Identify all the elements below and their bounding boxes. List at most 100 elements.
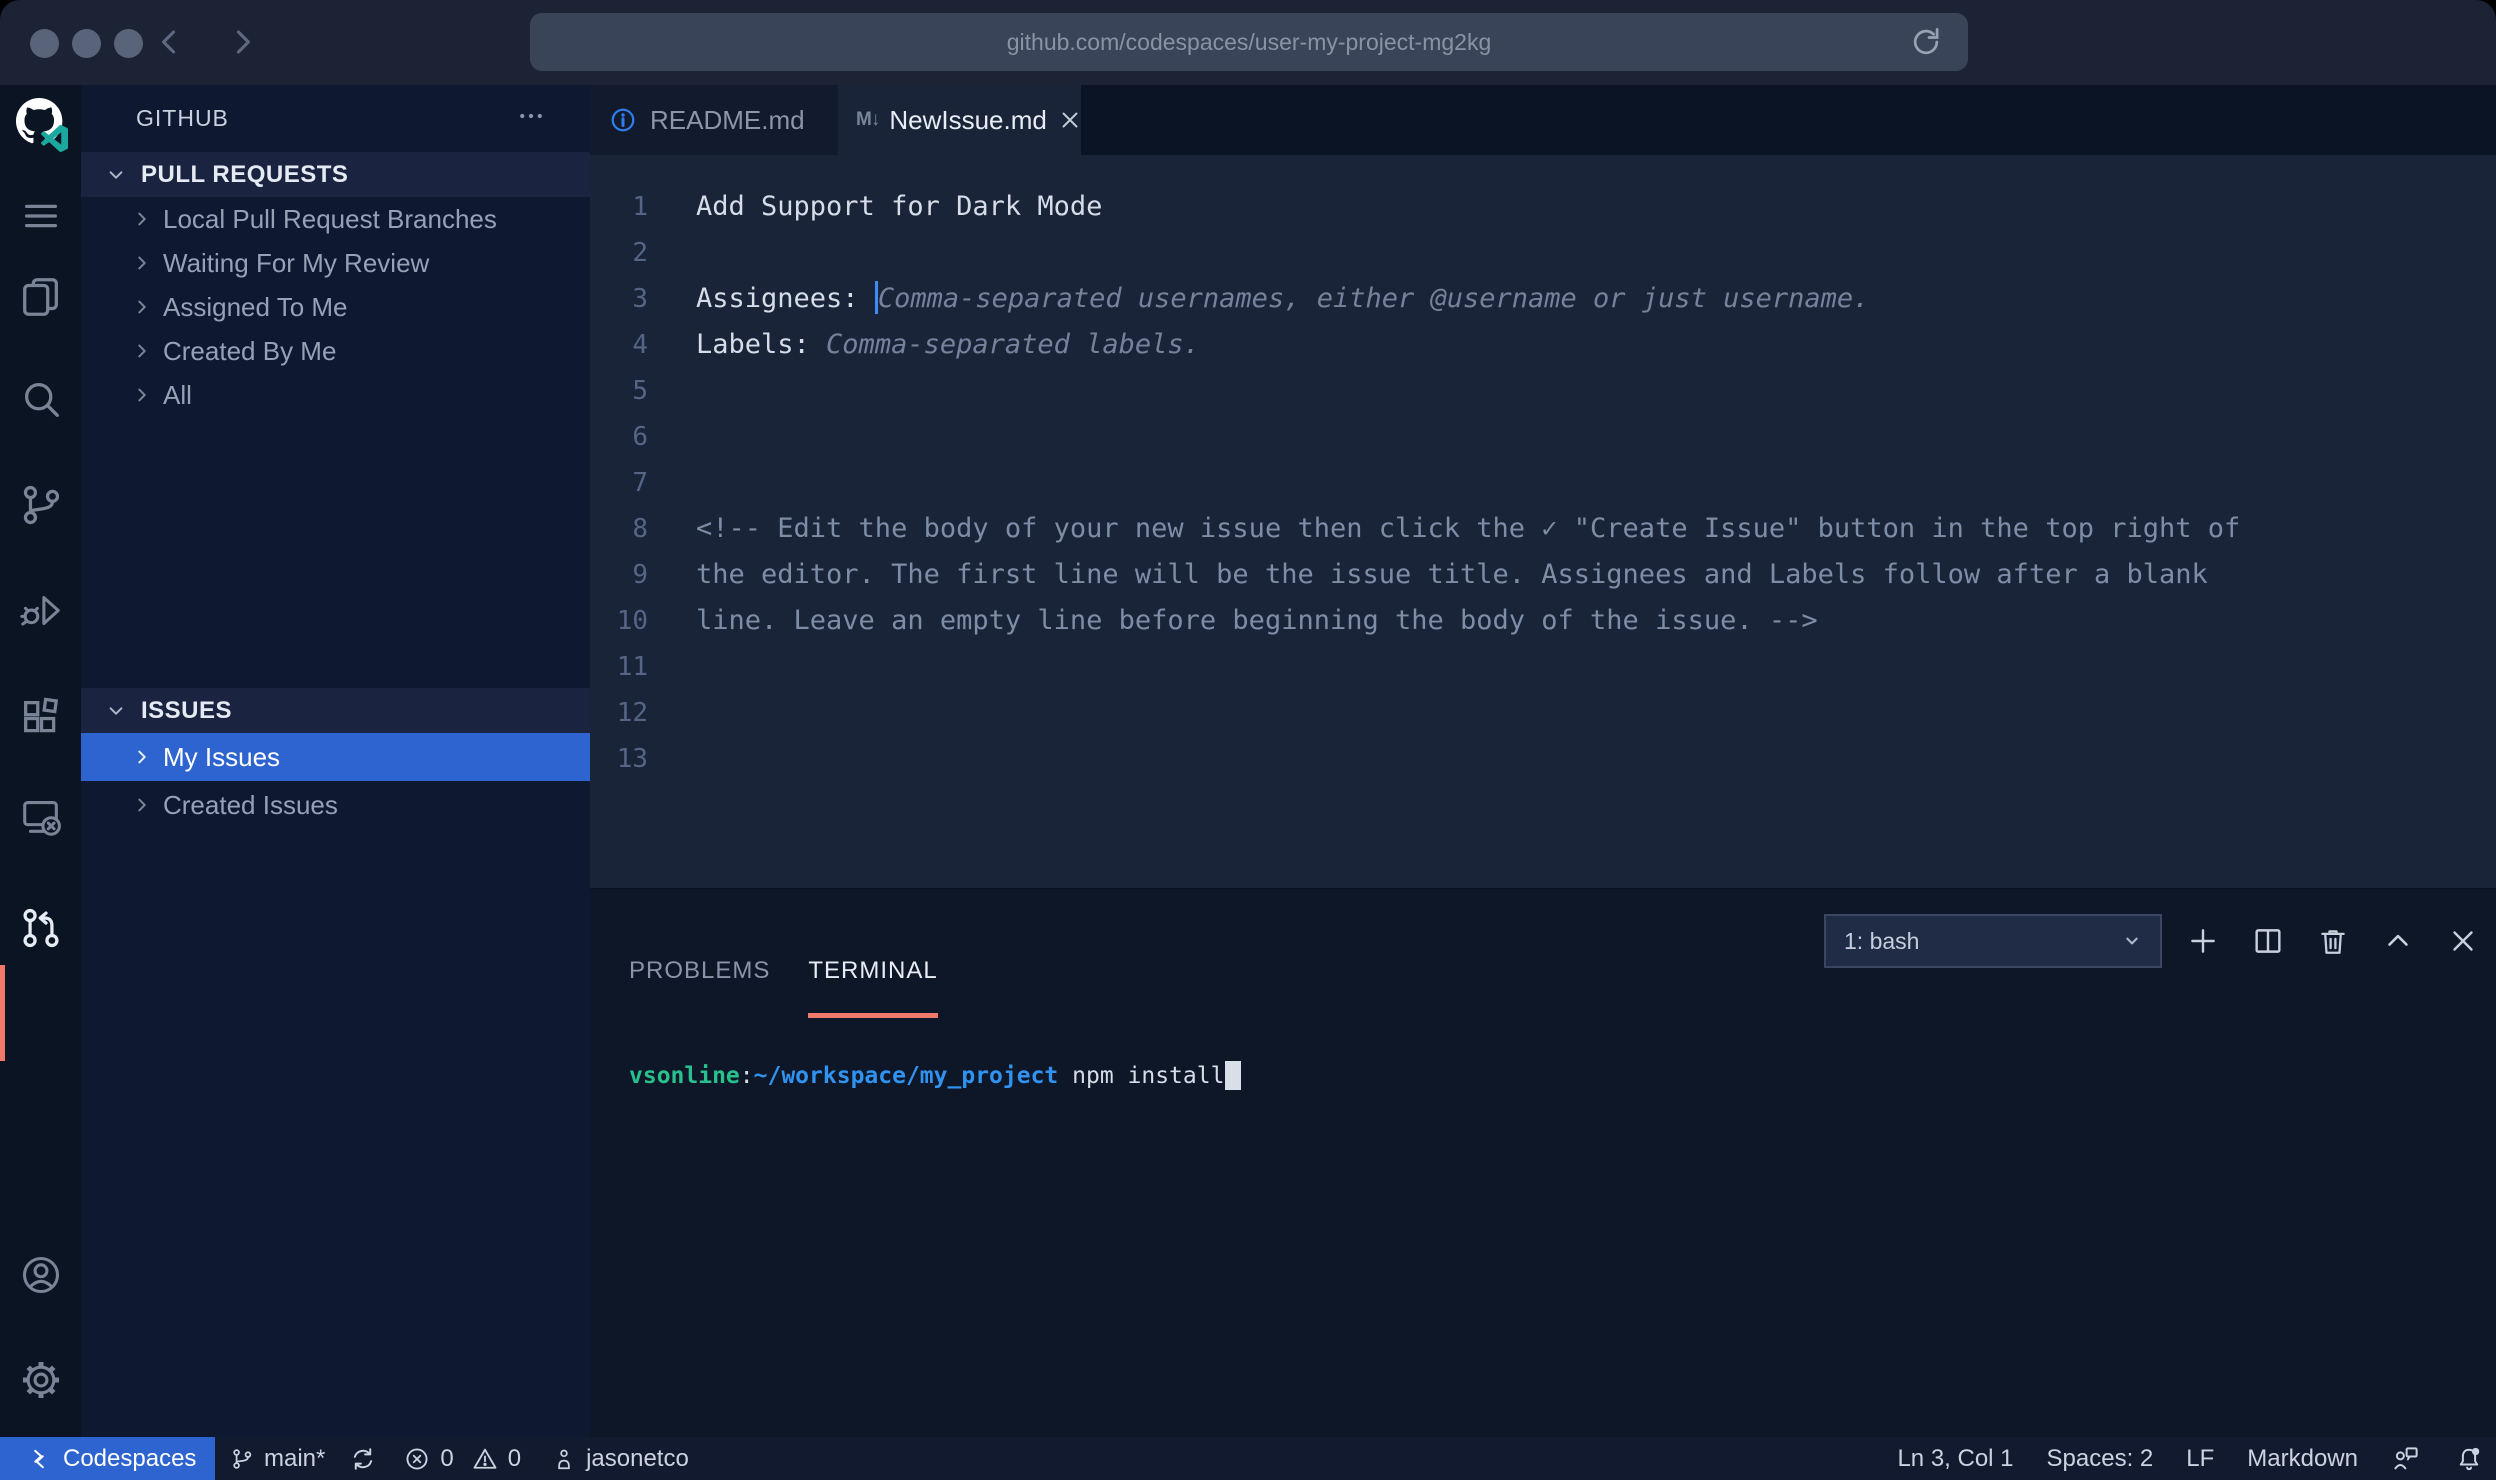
trash-icon (2316, 924, 2350, 958)
section-pull-requests[interactable]: PULL REQUESTS (81, 152, 590, 197)
close-tab-button[interactable] (1057, 107, 1083, 133)
shell-select-value: 1: bash (1844, 928, 1919, 955)
notifications-button[interactable] (2454, 1444, 2484, 1474)
section-label: ISSUES (141, 697, 232, 725)
editor-line[interactable]: 9the editor. The first line will be the … (590, 552, 2496, 598)
sidebar-item-all[interactable]: All (81, 373, 590, 417)
activity-menu-button[interactable] (0, 193, 81, 239)
editor-line[interactable]: 7 (590, 460, 2496, 506)
editor-line[interactable]: 12 (590, 690, 2496, 736)
active-view-indicator (0, 965, 5, 1061)
line-content: <!-- Edit the body of your new issue the… (696, 506, 2240, 552)
editor-lines[interactable]: 1Add Support for Dark Mode23 Assignees: C… (590, 155, 2496, 888)
problems-status[interactable]: 0 0 (403, 1445, 521, 1473)
traffic-lights (30, 29, 143, 58)
reload-button[interactable] (1908, 24, 1944, 65)
sidebar-item-created-issues[interactable]: Created Issues (81, 781, 590, 829)
activity-explorer-button[interactable] (0, 273, 81, 319)
indent-setting[interactable]: Spaces: 2 (2047, 1445, 2154, 1473)
sidebar-item-my-issues[interactable]: My Issues (81, 733, 590, 781)
activity-extensions-button[interactable] (0, 694, 81, 740)
close-window-button[interactable] (30, 29, 59, 58)
new-terminal-button[interactable] (2185, 923, 2221, 959)
kill-terminal-button[interactable] (2315, 923, 2351, 959)
chevron-down-icon (2118, 927, 2146, 955)
sidebar-header: GITHUB (81, 85, 590, 152)
line-content: Assignees: Comma-separated usernames, ei… (696, 276, 1869, 322)
branch-status[interactable]: main* (229, 1445, 325, 1473)
editor-line[interactable]: 13 (590, 736, 2496, 782)
editor-line[interactable]: 6 (590, 414, 2496, 460)
github-codespaces-home-button[interactable] (0, 95, 81, 153)
terminal-output[interactable]: vsonline:~/workspace/my_project npm inst… (629, 1058, 1241, 1094)
remote-indicator[interactable]: Codespaces (0, 1437, 215, 1480)
editor-line[interactable]: 2 (590, 230, 2496, 276)
editor-line[interactable]: 1Add Support for Dark Mode (590, 184, 2496, 230)
sync-status[interactable] (349, 1445, 377, 1473)
chevron-right-icon (225, 25, 259, 59)
tab-newissue[interactable]: M↓ NewIssue.md (838, 85, 1081, 155)
split-pane-icon (2251, 924, 2285, 958)
code-segment: Comma-separated usernames, either @usern… (878, 283, 1870, 314)
sidebar-spacer (81, 417, 590, 688)
url-bar[interactable]: github.com/codespaces/user-my-project-mg… (530, 13, 1968, 71)
cursor-position[interactable]: Ln 3, Col 1 (1897, 1445, 2013, 1473)
activity-source-control-button[interactable] (0, 482, 81, 528)
language-mode[interactable]: Markdown (2247, 1445, 2358, 1473)
terminal-shell-select[interactable]: 1: bash (1824, 914, 2162, 968)
line-number: 12 (590, 690, 648, 736)
close-panel-button[interactable] (2445, 923, 2481, 959)
tab-readme[interactable]: README.md (590, 85, 838, 155)
feedback-button[interactable] (2391, 1444, 2421, 1474)
line-number: 8 (590, 506, 648, 552)
git-branch-icon (229, 1446, 255, 1472)
activity-remote-explorer-button[interactable] (0, 793, 81, 839)
run-debug-icon (18, 588, 64, 634)
settings-button[interactable] (0, 1357, 81, 1403)
maximize-panel-button[interactable] (2380, 923, 2416, 959)
sidebar-item-local-pull-request-branches[interactable]: Local Pull Request Branches (81, 197, 590, 241)
pull-request-icon (18, 905, 64, 951)
chevron-right-icon (129, 294, 155, 320)
minimize-window-button[interactable] (72, 29, 101, 58)
maximize-window-button[interactable] (114, 29, 143, 58)
account-button[interactable] (0, 1252, 81, 1298)
activity-debug-button[interactable] (0, 588, 81, 634)
line-number: 1 (590, 184, 648, 230)
eol-setting[interactable]: LF (2186, 1445, 2214, 1473)
editor-line[interactable]: 11 (590, 644, 2496, 690)
line-number: 7 (590, 460, 648, 506)
account-icon (18, 1252, 64, 1298)
panel-tab-terminal[interactable]: TERMINAL (808, 957, 937, 1018)
split-terminal-button[interactable] (2250, 923, 2286, 959)
editor-line[interactable]: 3 Assignees: Comma-separated usernames, e… (590, 276, 2496, 322)
line-number: 13 (590, 736, 648, 782)
more-actions-button[interactable] (516, 101, 546, 136)
editor-line[interactable]: 8 <!-- Edit the body of your new issue th… (590, 506, 2496, 552)
terminal-text: ~/workspace/my_project (754, 1063, 1059, 1089)
user-status[interactable]: jasonetco (551, 1445, 689, 1473)
issues-section: ISSUES My Issues Created Issues (81, 688, 590, 829)
sidebar-item-assigned-to-me[interactable]: Assigned To Me (81, 285, 590, 329)
remote-explorer-icon (18, 793, 64, 839)
sidebar-item-created-by-me[interactable]: Created By Me (81, 329, 590, 373)
panel-tab-problems[interactable]: PROBLEMS (629, 957, 770, 1018)
activity-github-pr-button[interactable] (0, 905, 81, 951)
activity-search-button[interactable] (0, 376, 81, 422)
editor-line[interactable]: 10line. Leave an empty line before begin… (590, 598, 2496, 644)
browser-back-button[interactable] (150, 22, 190, 62)
terminal-cursor (1225, 1061, 1241, 1090)
editor-line[interactable]: 4Labels: Comma-separated labels. (590, 322, 2496, 368)
sidebar-title: GITHUB (136, 105, 229, 132)
browser-forward-button[interactable] (222, 22, 262, 62)
chevron-right-icon (129, 250, 155, 276)
close-icon (2446, 924, 2480, 958)
section-issues[interactable]: ISSUES (81, 688, 590, 733)
editor-line[interactable]: 5 (590, 368, 2496, 414)
line-number: 3 (590, 276, 648, 322)
gear-icon (18, 1357, 64, 1403)
feedback-icon (2391, 1444, 2421, 1474)
terminal-line: vsonline:~/workspace/my_project npm inst… (629, 1058, 1241, 1094)
close-icon (1057, 107, 1083, 133)
sidebar-item-waiting-for-my-review[interactable]: Waiting For My Review (81, 241, 590, 285)
